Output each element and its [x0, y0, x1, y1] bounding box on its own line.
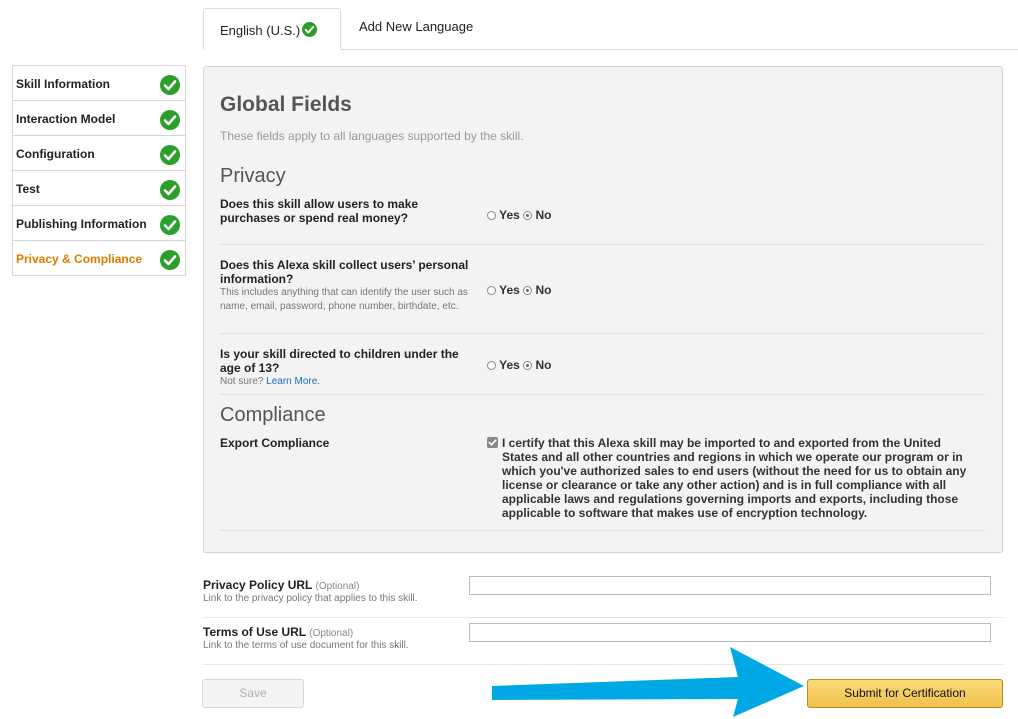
- submit-for-certification-button[interactable]: Submit for Certification: [807, 679, 1003, 708]
- arrow-annotation-icon: [492, 647, 804, 717]
